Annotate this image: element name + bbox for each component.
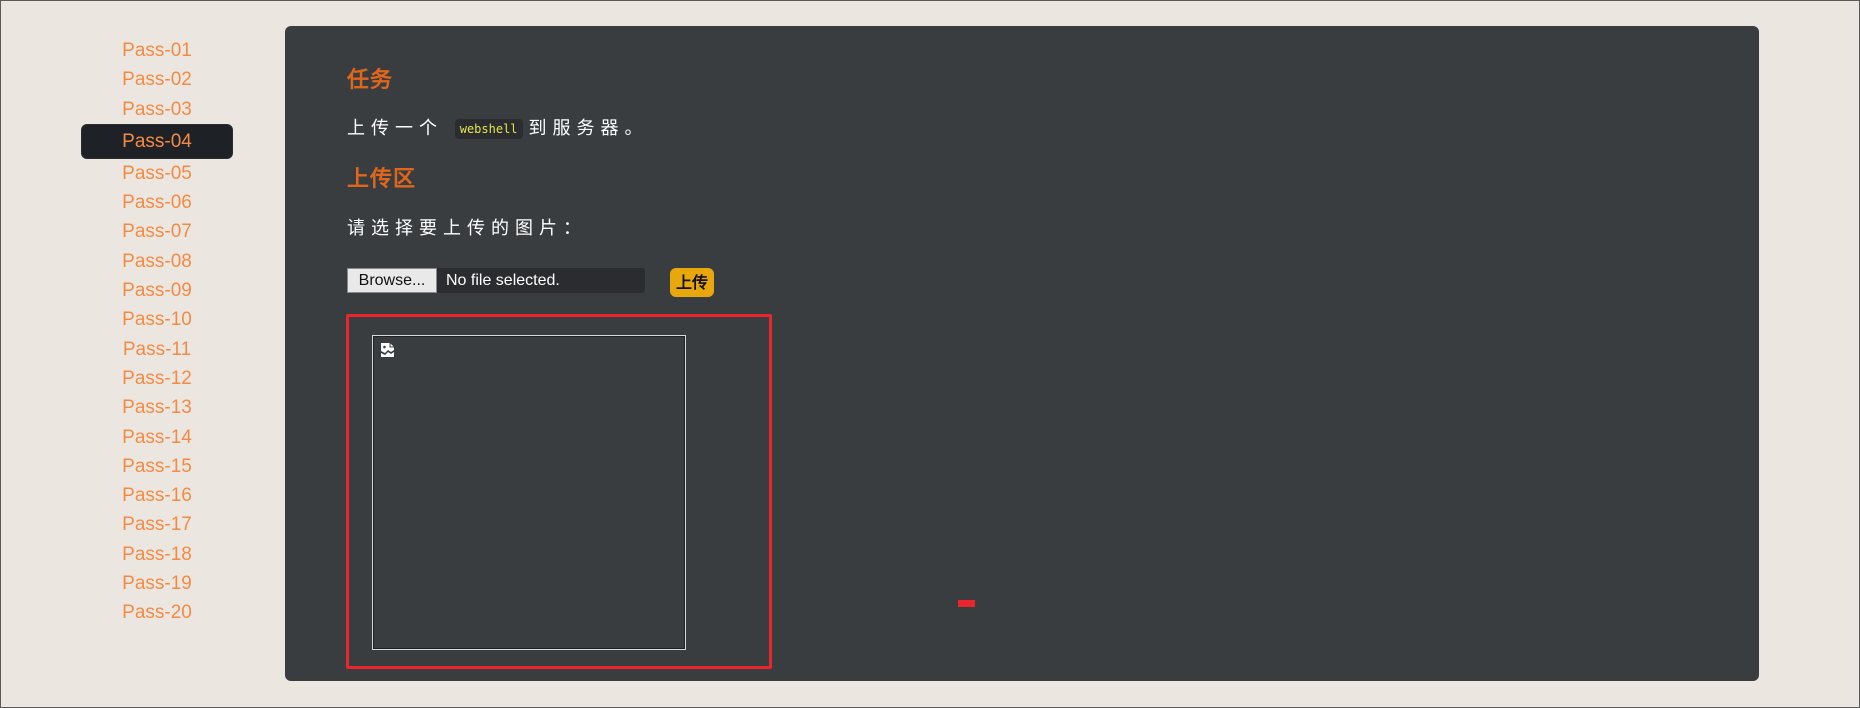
sidebar-item-pass-03[interactable]: Pass-03 xyxy=(82,95,232,124)
task-desc-suffix: 到服务器。 xyxy=(528,118,649,139)
sidebar-item-pass-08[interactable]: Pass-08 xyxy=(82,247,232,276)
broken-image-icon xyxy=(381,343,394,357)
sidebar-item-pass-17[interactable]: Pass-17 xyxy=(82,510,232,539)
sidebar-item-pass-04[interactable]: Pass-04 xyxy=(82,124,232,158)
sidebar-item-pass-20[interactable]: Pass-20 xyxy=(82,598,232,627)
sidebar-item-pass-12[interactable]: Pass-12 xyxy=(82,364,232,393)
sidebar-item-pass-18[interactable]: Pass-18 xyxy=(82,540,232,569)
task-desc-prefix: 上传一个 xyxy=(347,118,443,139)
sidebar-item-pass-19[interactable]: Pass-19 xyxy=(82,569,232,598)
red-marker xyxy=(958,600,975,607)
sidebar-item-pass-02[interactable]: Pass-02 xyxy=(82,65,232,94)
uploaded-image-preview xyxy=(372,335,686,650)
sidebar-item-pass-01[interactable]: Pass-01 xyxy=(82,36,232,65)
sidebar-item-pass-06[interactable]: Pass-06 xyxy=(82,188,232,217)
sidebar-item-pass-13[interactable]: Pass-13 xyxy=(82,393,232,422)
file-input[interactable]: Browse... No file selected. xyxy=(347,268,645,293)
sidebar-item-pass-15[interactable]: Pass-15 xyxy=(82,452,232,481)
sidebar-item-pass-05[interactable]: Pass-05 xyxy=(82,159,232,188)
sidebar-item-pass-07[interactable]: Pass-07 xyxy=(82,217,232,246)
sidebar-item-pass-10[interactable]: Pass-10 xyxy=(82,305,232,334)
sidebar-item-pass-09[interactable]: Pass-09 xyxy=(82,276,232,305)
sidebar-nav: Pass-01 Pass-02 Pass-03 Pass-04 Pass-05 Pass-… xyxy=(82,36,232,628)
upload-submit-button[interactable]: 上传 xyxy=(670,268,714,297)
webshell-code: webshell xyxy=(454,119,523,139)
task-heading: 任务 xyxy=(347,68,394,93)
sidebar-item-pass-16[interactable]: Pass-16 xyxy=(82,481,232,510)
task-description: 上传一个 webshell 到服务器。 xyxy=(347,114,649,140)
choose-image-label: 请选择要上传的图片： xyxy=(347,218,587,239)
sidebar-item-pass-11[interactable]: Pass-11 xyxy=(82,335,232,364)
main-panel: 任务 上传一个 webshell 到服务器。 上传区 请选择要上传的图片： Bro… xyxy=(285,26,1759,681)
file-status-text: No file selected. xyxy=(446,272,560,289)
sidebar-item-pass-14[interactable]: Pass-14 xyxy=(82,423,232,452)
browse-button[interactable]: Browse... xyxy=(347,268,437,293)
upload-heading: 上传区 xyxy=(347,167,417,192)
